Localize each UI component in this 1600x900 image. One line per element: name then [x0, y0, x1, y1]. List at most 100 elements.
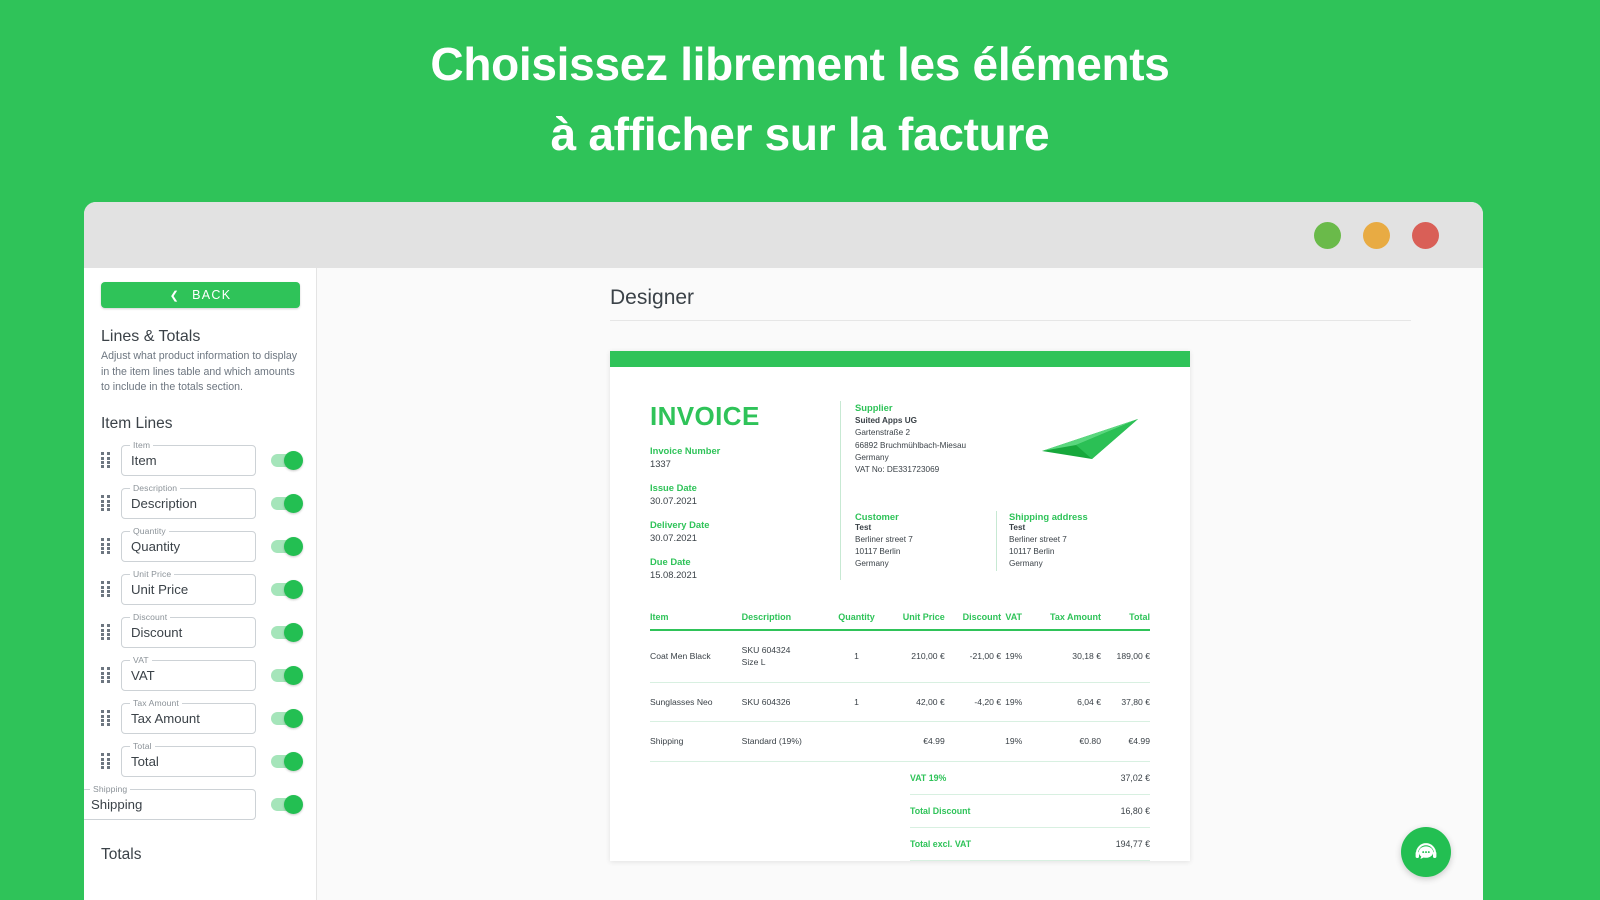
chat-support-button[interactable] [1401, 827, 1451, 877]
column-header-unit-price: Unit Price [902, 612, 945, 622]
cell-quantity: 1 [829, 630, 884, 683]
toggle-thumb [284, 450, 303, 470]
totals-value: 37,02 € [1063, 761, 1150, 795]
hero-title-line-1: Choisissez librement les éléments [430, 38, 1170, 91]
supplier-label: Supplier [855, 402, 893, 413]
drag-handle-icon[interactable] [101, 710, 115, 727]
back-button-label: BACK [192, 288, 232, 302]
input-value: Discount [131, 624, 183, 640]
totals-row: Total excl. VAT 194,77 € [910, 827, 1150, 861]
invoice-meta-value: 30.07.2021 [650, 532, 697, 543]
text-input-description[interactable]: Description Description [121, 482, 256, 519]
toggle-shipping[interactable] [271, 794, 303, 814]
cell-unit-price: €4.99 [883, 721, 945, 762]
invoice-meta-value: 15.08.2021 [650, 569, 697, 580]
input-value: Item [131, 452, 157, 468]
column-header-total: Total [1129, 612, 1150, 622]
panel-title: Lines & Totals [101, 328, 201, 345]
drag-handle-icon[interactable] [101, 538, 115, 555]
browser-window: ❮ BACK Lines & Totals Adjust what produc… [84, 202, 1483, 900]
input-legend: Total [130, 740, 155, 751]
cell-item: Sunglasses Neo [650, 682, 742, 723]
toggle-quantity[interactable] [271, 536, 303, 556]
toggle-item[interactable] [271, 450, 303, 470]
toggle-thumb [284, 579, 303, 599]
customer-address-line: 10117 Berlin [855, 547, 901, 557]
table-header-row: Item Description Quantity Unit Price Discoun… [650, 612, 1150, 630]
input-value: Shipping [91, 796, 143, 812]
toggle-thumb [284, 751, 303, 771]
input-value: Tax Amount [131, 710, 200, 726]
toggle-description[interactable] [271, 493, 303, 513]
drag-handle-icon[interactable] [101, 452, 115, 469]
toggle-total[interactable] [271, 751, 303, 771]
text-input-item[interactable]: Item Item [121, 439, 256, 476]
cell-tax-amount: 6,04 € [1026, 682, 1101, 723]
invoice-document: INVOICE Invoice Number 1337 Issue Date 30.0… [610, 351, 1190, 861]
invoice-meta-value: 1337 [650, 458, 671, 469]
cell-description-line-2: Size L [741, 657, 766, 668]
text-input-tax-amount[interactable]: Tax Amount Tax Amount [121, 697, 256, 734]
panel-description: Adjust what product information to displ… [101, 350, 298, 394]
cell-discount: -21,00 € [944, 630, 1002, 683]
back-button[interactable]: ❮ BACK [101, 282, 300, 308]
drag-handle-icon[interactable] [101, 753, 115, 770]
text-input-total[interactable]: Total Total [121, 740, 256, 777]
field-row-total: Total Total [101, 740, 303, 777]
input-legend: Tax Amount [130, 697, 182, 708]
cell-item: Coat Men Black [650, 630, 742, 683]
window-dot-green[interactable] [1314, 221, 1341, 249]
chevron-left-icon: ❮ [169, 289, 181, 302]
column-header-quantity: Quantity [838, 612, 875, 622]
shipping-address-label: Shipping address [1009, 510, 1088, 522]
window-dot-red[interactable] [1412, 221, 1439, 249]
cell-unit-price: 210,00 € [883, 630, 945, 683]
drag-handle-icon[interactable] [101, 667, 115, 684]
toggle-vat[interactable] [271, 665, 303, 685]
input-value: Total [131, 753, 159, 769]
field-row-quantity: Quantity Quantity [101, 525, 303, 562]
shipping-address-line: Berliner street 7 [1009, 534, 1067, 544]
input-value: VAT [131, 667, 155, 683]
totals-value: 16,80 € [1063, 794, 1150, 828]
field-row-tax-amount: Tax Amount Tax Amount [101, 697, 303, 734]
section-title-item-lines: Item Lines [101, 414, 173, 432]
customer-address-line: Berliner street 7 [855, 534, 913, 544]
invoice-meta-label: Due Date [650, 556, 691, 567]
field-row-item: Item Item [101, 439, 303, 476]
toggle-unit-price[interactable] [271, 579, 303, 599]
drag-handle-icon[interactable] [101, 624, 115, 641]
drag-handle-icon[interactable] [101, 581, 115, 598]
invoice-meta-label: Issue Date [650, 482, 697, 493]
column-header-tax-amount: Tax Amount [1049, 612, 1101, 622]
toggle-tax-amount[interactable] [271, 708, 303, 728]
cell-quantity [829, 721, 884, 762]
headset-chat-icon [1415, 843, 1437, 859]
invoice-meta-value: 30.07.2021 [650, 495, 697, 506]
text-input-unit-price[interactable]: Unit Price Unit Price [121, 568, 256, 605]
field-row-vat: VAT VAT [101, 654, 303, 691]
text-input-discount[interactable]: Discount Discount [121, 611, 256, 648]
hero-banner: Choisissez librement les éléments à affi… [0, 0, 1600, 200]
column-header-discount: Discount [962, 612, 1002, 622]
customer-address-line: Germany [855, 559, 889, 569]
toggle-discount[interactable] [271, 622, 303, 642]
cell-description: SKU 604324 Size L [741, 630, 830, 683]
column-header-description: Description [741, 612, 792, 622]
invoice-parties-column: Supplier Suited Apps UG Gartenstraße 2 66… [840, 401, 1150, 580]
invoice-meta-label: Invoice Number [650, 445, 721, 456]
window-dot-amber[interactable] [1363, 221, 1390, 249]
drag-handle-icon[interactable] [101, 495, 115, 512]
toggle-thumb [284, 536, 303, 556]
customer-block: Customer Test Berliner street 7 10117 Ber… [855, 511, 996, 571]
text-input-vat[interactable]: VAT VAT [121, 654, 256, 691]
table-row: Shipping Standard (19%) €4.99 19% €0.80 €4.99 [650, 721, 1150, 762]
totals-table: VAT 19% 37,02 € Total Discount 16,80 € Total… [910, 761, 1150, 861]
cell-description-line-1: SKU 604324 [741, 645, 791, 655]
text-input-quantity[interactable]: Quantity Quantity [121, 525, 256, 562]
cell-quantity: 1 [829, 682, 884, 723]
totals-label: VAT 19% [910, 761, 1064, 795]
cell-total: €4.99 [1100, 721, 1150, 762]
text-input-shipping[interactable]: Shipping Shipping [84, 783, 256, 820]
input-legend: Item [130, 439, 154, 450]
